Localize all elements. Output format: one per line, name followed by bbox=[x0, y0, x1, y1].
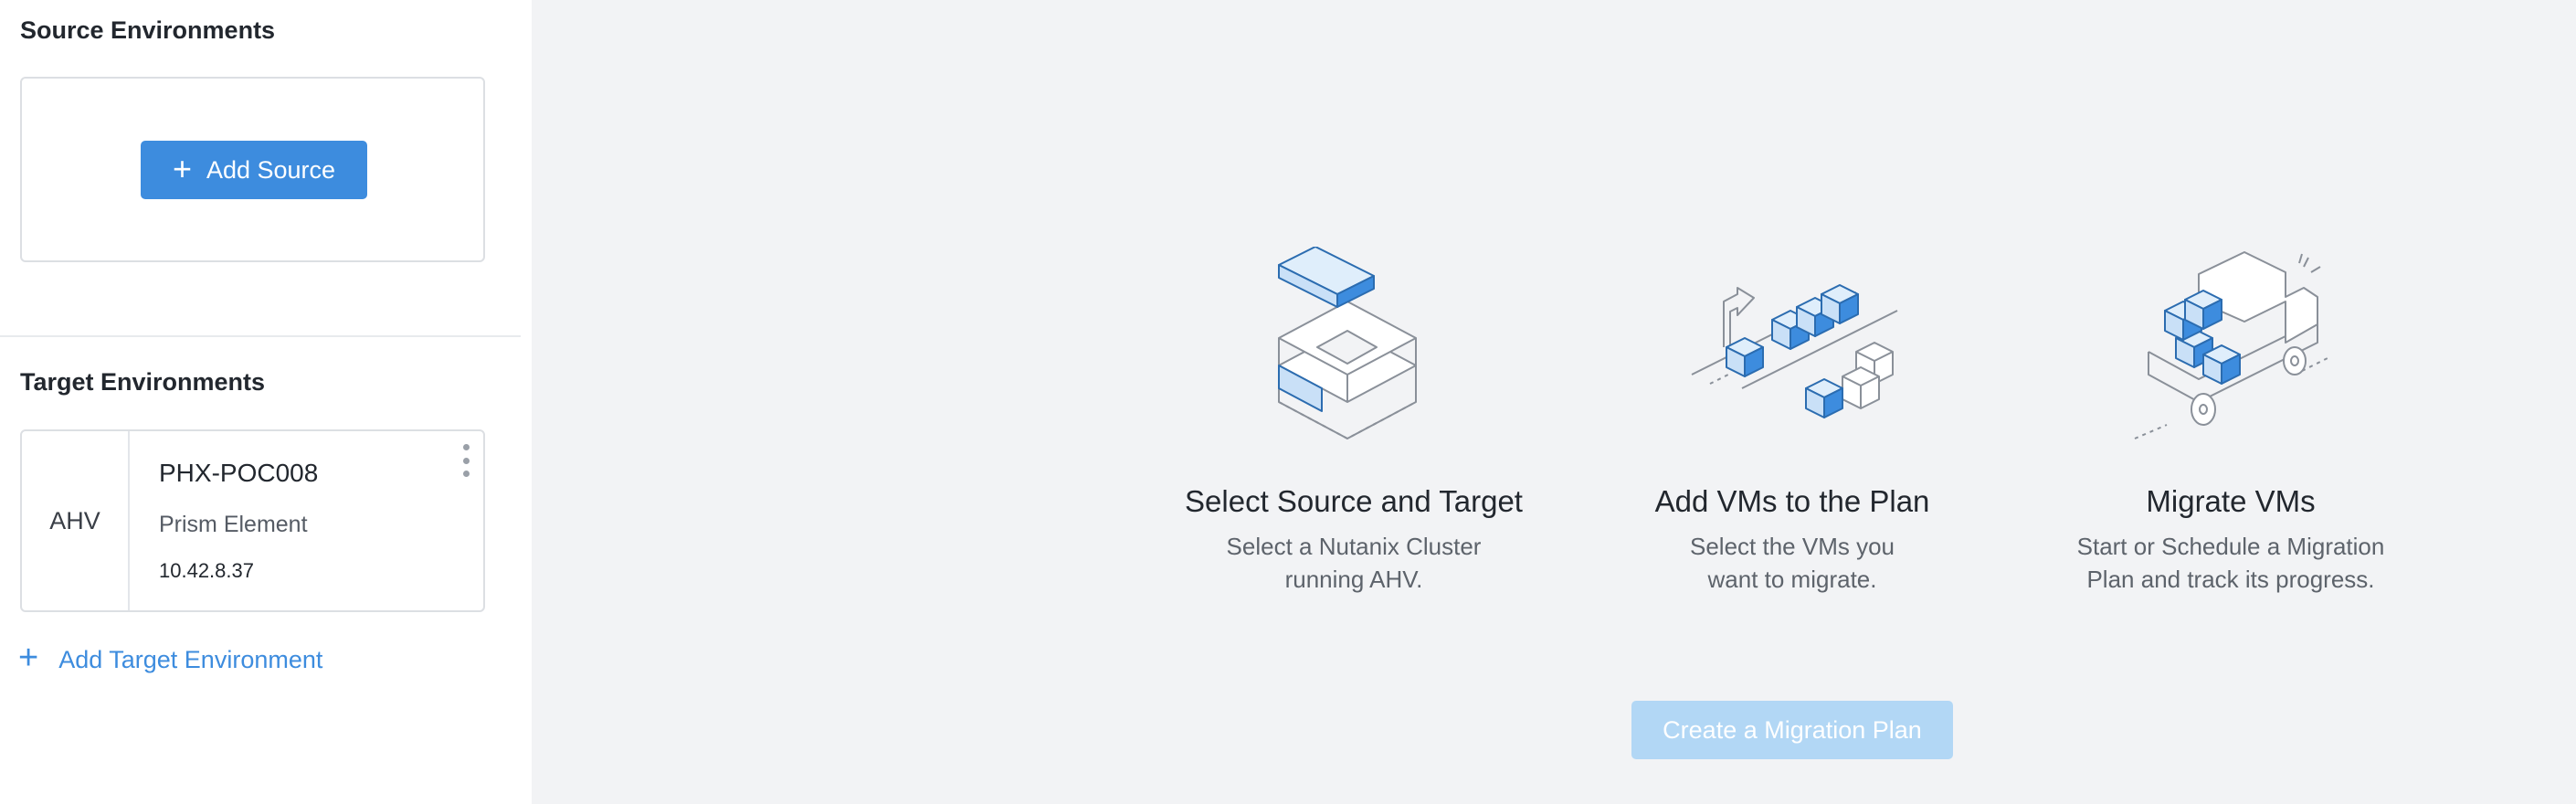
source-environment-box: + Add Source bbox=[20, 77, 485, 262]
target-ip-address: 10.42.8.37 bbox=[159, 559, 254, 582]
step-description-line: want to migrate. bbox=[1707, 566, 1877, 593]
step-title: Migrate VMs bbox=[2146, 484, 2316, 518]
sidebar: Source Environments + Add Source Target … bbox=[0, 0, 532, 804]
step-description-line: Plan and track its progress. bbox=[2086, 566, 2375, 593]
step-description: Start or Schedule a Migration Plan and t… bbox=[2011, 530, 2450, 596]
step-migrate-vms: Migrate VMs Start or Schedule a Migratio… bbox=[2011, 247, 2450, 596]
target-name: PHX-POC008 bbox=[159, 459, 319, 487]
more-options-icon[interactable] bbox=[459, 444, 472, 477]
migrate-truck-illustration-icon bbox=[2134, 251, 2332, 439]
step-description: Select a Nutanix Cluster running AHV. bbox=[1135, 530, 1573, 596]
add-target-label: Add Target Environment bbox=[58, 645, 323, 673]
source-environments-title: Source Environments bbox=[20, 16, 276, 44]
source-target-illustration-icon bbox=[1278, 247, 1417, 439]
target-kind: Prism Element bbox=[159, 512, 308, 537]
step-description-line: Start or Schedule a Migration bbox=[2076, 533, 2385, 560]
target-environments-title: Target Environments bbox=[20, 368, 266, 396]
add-source-button[interactable]: + Add Source bbox=[141, 141, 367, 199]
add-vms-illustration-icon bbox=[1691, 284, 1898, 418]
divider bbox=[0, 335, 521, 337]
step-description-line: running AHV. bbox=[1284, 566, 1423, 593]
step-add-vms: Add VMs to the Plan Select the VMs you w… bbox=[1573, 247, 2011, 596]
plus-icon: + bbox=[18, 639, 39, 677]
plus-icon: + bbox=[172, 149, 192, 187]
target-environment-card[interactable]: AHV PHX-POC008 Prism Element 10.42.8.37 bbox=[20, 429, 485, 612]
step-description-line: Select the VMs you bbox=[1690, 533, 1895, 560]
add-target-environment-link[interactable]: + Add Target Environment bbox=[18, 640, 323, 675]
step-select-source-target: Select Source and Target Select a Nutani… bbox=[1135, 247, 1573, 596]
step-description-line: Select a Nutanix Cluster bbox=[1226, 533, 1482, 560]
step-description: Select the VMs you want to migrate. bbox=[1573, 530, 2011, 596]
step-title: Add VMs to the Plan bbox=[1654, 484, 1930, 518]
target-type-label: AHV bbox=[22, 431, 130, 610]
create-migration-plan-button[interactable]: Create a Migration Plan bbox=[1631, 701, 1953, 759]
step-title: Select Source and Target bbox=[1185, 484, 1523, 518]
add-source-label: Add Source bbox=[206, 155, 336, 184]
